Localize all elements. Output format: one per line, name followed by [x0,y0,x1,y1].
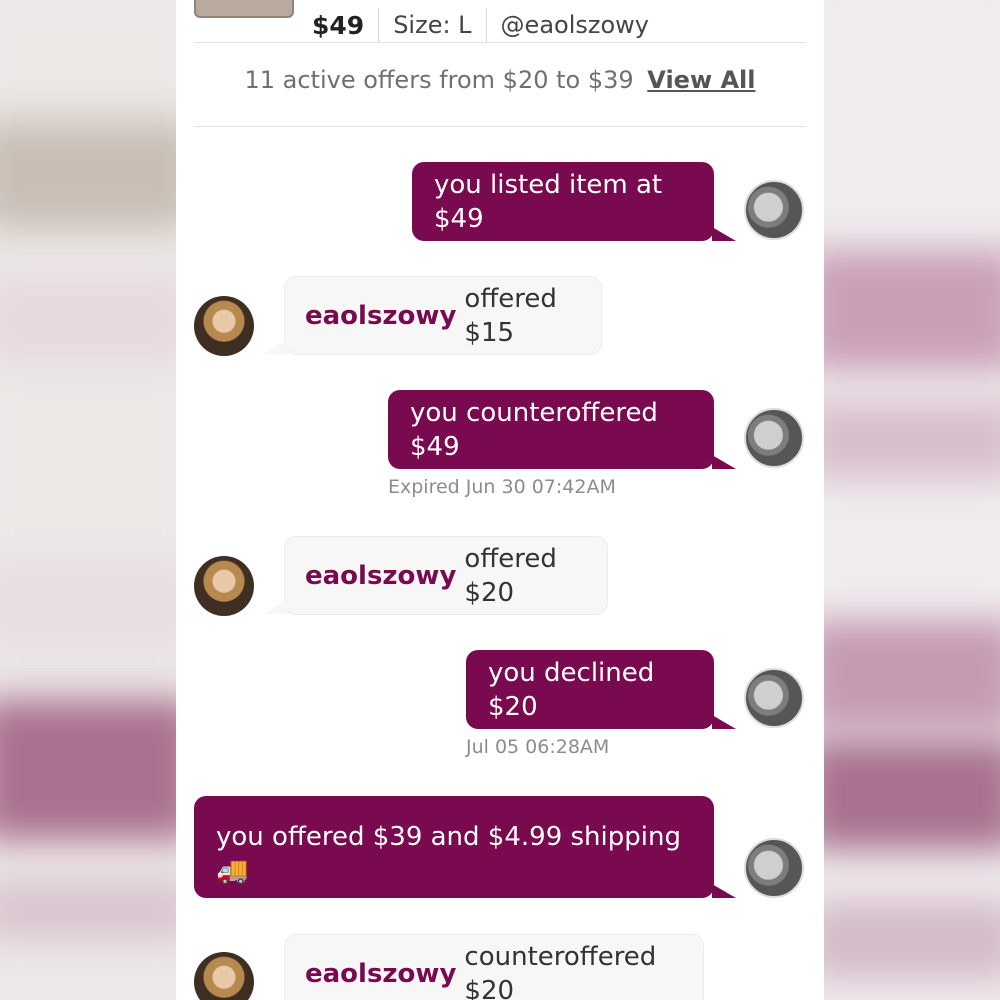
avatar[interactable] [744,838,804,898]
avatar[interactable] [744,408,804,468]
message-bubble-other: eaolszowy offered $15 [263,276,602,355]
username[interactable]: eaolszowy [305,957,456,991]
divider [194,126,806,127]
message-bubble-mine: you declined $20 [466,650,736,729]
avatar[interactable] [194,952,254,1000]
message-bubble-mine: you counteroffered $49 [388,390,736,469]
avatar[interactable] [744,668,804,728]
message-text: you declined $20 [488,657,655,722]
offers-chat-screen: $49 Size: L @eaolszowy 11 active offers … [176,0,824,1000]
offers-summary: 11 active offers from $20 to $39 View Al… [176,66,824,94]
delivery-truck-icon: 🚚 [216,856,249,886]
message-text: you listed item at $49 [434,169,663,234]
divider [378,8,380,42]
message-text: you offered $39 and $4.99 shipping [216,822,681,852]
divider [194,42,806,43]
offers-summary-text: 11 active offers from $20 to $39 [244,66,634,94]
message-text: offered $15 [464,283,557,348]
listing-price: $49 [312,10,365,40]
listing-thumbnail[interactable] [194,0,294,18]
message-bubble-other: eaolszowy offered $20 [263,536,608,615]
blurred-background-right [824,0,1000,1000]
avatar[interactable] [194,556,254,616]
message-bubble-other: eaolszowy counteroffered $20 [263,934,704,1000]
message-timestamp: Jul 05 06:28AM [466,736,610,758]
message-bubble-mine: you listed item at $49 [412,162,736,241]
username[interactable]: eaolszowy [305,299,456,333]
message-text: counteroffered $20 [464,941,657,1000]
message-text: offered $20 [464,543,557,608]
listing-size: Size: L [393,11,472,39]
message-text: you counteroffered $49 [410,397,658,462]
message-bubble-mine: you offered $39 and $4.99 shipping 🚚 [194,796,736,898]
listing-meta: $49 Size: L @eaolszowy [312,8,649,42]
seller-handle[interactable]: @eaolszowy [501,11,649,39]
message-timestamp: Expired Jun 30 07:42AM [388,476,616,498]
view-all-link[interactable]: View All [647,66,755,94]
blurred-background-left [0,0,176,1000]
divider [485,8,487,42]
avatar[interactable] [194,296,254,356]
avatar[interactable] [744,180,804,240]
username[interactable]: eaolszowy [305,559,456,593]
